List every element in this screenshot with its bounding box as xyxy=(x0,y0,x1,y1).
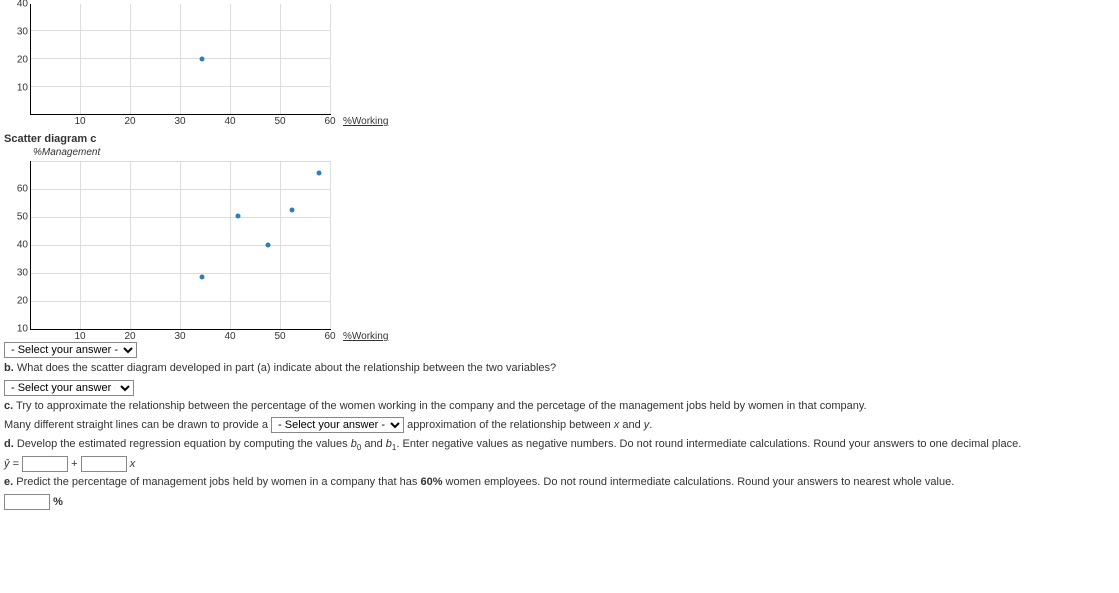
x-tick: 30 xyxy=(174,331,185,342)
question-text-d-after: Enter negative values as negative number… xyxy=(402,438,1021,450)
x-tick: 40 xyxy=(224,331,235,342)
x-tick: 60 xyxy=(324,331,335,342)
x-tick: 50 xyxy=(274,331,285,342)
y-tick: 50 xyxy=(8,212,28,223)
var-x: x xyxy=(614,419,620,431)
y-tick: 10 xyxy=(8,83,28,94)
x-tick: 60 xyxy=(324,116,335,127)
predict-input[interactable] xyxy=(4,494,50,510)
question-text-c: Try to approximate the relationship betw… xyxy=(16,400,867,412)
question-text-e-after: women employees. Do not round intermedia… xyxy=(446,476,955,488)
data-point xyxy=(236,214,241,219)
percent-unit: % xyxy=(53,496,63,508)
x-tick: 10 xyxy=(74,331,85,342)
x-axis-label: %Working xyxy=(343,331,388,342)
percent-60: 60% xyxy=(420,476,442,488)
question-text-e-before: Predict the percentage of management job… xyxy=(16,476,417,488)
y-tick: 30 xyxy=(8,27,28,38)
scatter-chart-2: %Management 60 50 40 30 20 10 10 20 30 4… xyxy=(8,149,338,339)
scatter-chart-1: 40 30 20 10 10 20 30 40 50 60 %Working xyxy=(8,4,338,129)
line-c2-before: Many different straight lines can be dra… xyxy=(4,419,268,431)
x-tick: 50 xyxy=(274,116,285,127)
data-point xyxy=(317,170,322,175)
plus: + xyxy=(71,458,77,470)
yhat: ŷ xyxy=(4,458,10,470)
question-text-d: Develop the estimated regression equatio… xyxy=(17,438,348,450)
question-prefix-c: c. xyxy=(4,400,13,412)
b0-input[interactable] xyxy=(22,456,68,472)
b0-sub: 0 xyxy=(357,443,361,452)
b1-input[interactable] xyxy=(81,456,127,472)
x-tick: 40 xyxy=(224,116,235,127)
question-prefix-d: d. xyxy=(4,438,14,450)
and-d: and xyxy=(364,438,382,450)
data-point xyxy=(266,243,271,248)
section-title: Scatter diagram c xyxy=(4,133,1119,145)
select-answer-a[interactable]: - Select your answer - xyxy=(4,342,137,358)
plot-area-2 xyxy=(30,161,331,330)
y-tick: 60 xyxy=(8,184,28,195)
question-prefix-b: b. xyxy=(4,362,14,374)
line-c2-after1: approximation of the relationship betwee… xyxy=(407,419,611,431)
equals: = xyxy=(13,458,19,470)
and-text: and xyxy=(622,419,640,431)
y-tick: 40 xyxy=(8,0,28,10)
select-answer-c[interactable]: - Select your answer - xyxy=(271,417,404,433)
x-axis-label: %Working xyxy=(343,116,388,127)
x-tick: 10 xyxy=(74,116,85,127)
x-var-eq: x xyxy=(130,458,136,470)
question-prefix-e: e. xyxy=(4,476,13,488)
period-d: . xyxy=(396,438,399,450)
x-tick: 20 xyxy=(124,331,135,342)
y-tick: 10 xyxy=(8,324,28,335)
y-tick: 20 xyxy=(8,55,28,66)
select-answer-b[interactable]: - Select your answer - xyxy=(4,380,134,396)
data-point xyxy=(200,274,205,279)
y-axis-label: %Management xyxy=(33,147,100,158)
plot-area-1 xyxy=(30,4,331,115)
x-tick: 30 xyxy=(174,116,185,127)
data-point xyxy=(200,57,205,62)
x-tick: 20 xyxy=(124,116,135,127)
question-text-b: What does the scatter diagram developed … xyxy=(17,362,556,374)
period: . xyxy=(649,419,652,431)
y-tick: 30 xyxy=(8,268,28,279)
y-tick: 20 xyxy=(8,296,28,307)
y-tick: 40 xyxy=(8,240,28,251)
data-point xyxy=(290,207,295,212)
